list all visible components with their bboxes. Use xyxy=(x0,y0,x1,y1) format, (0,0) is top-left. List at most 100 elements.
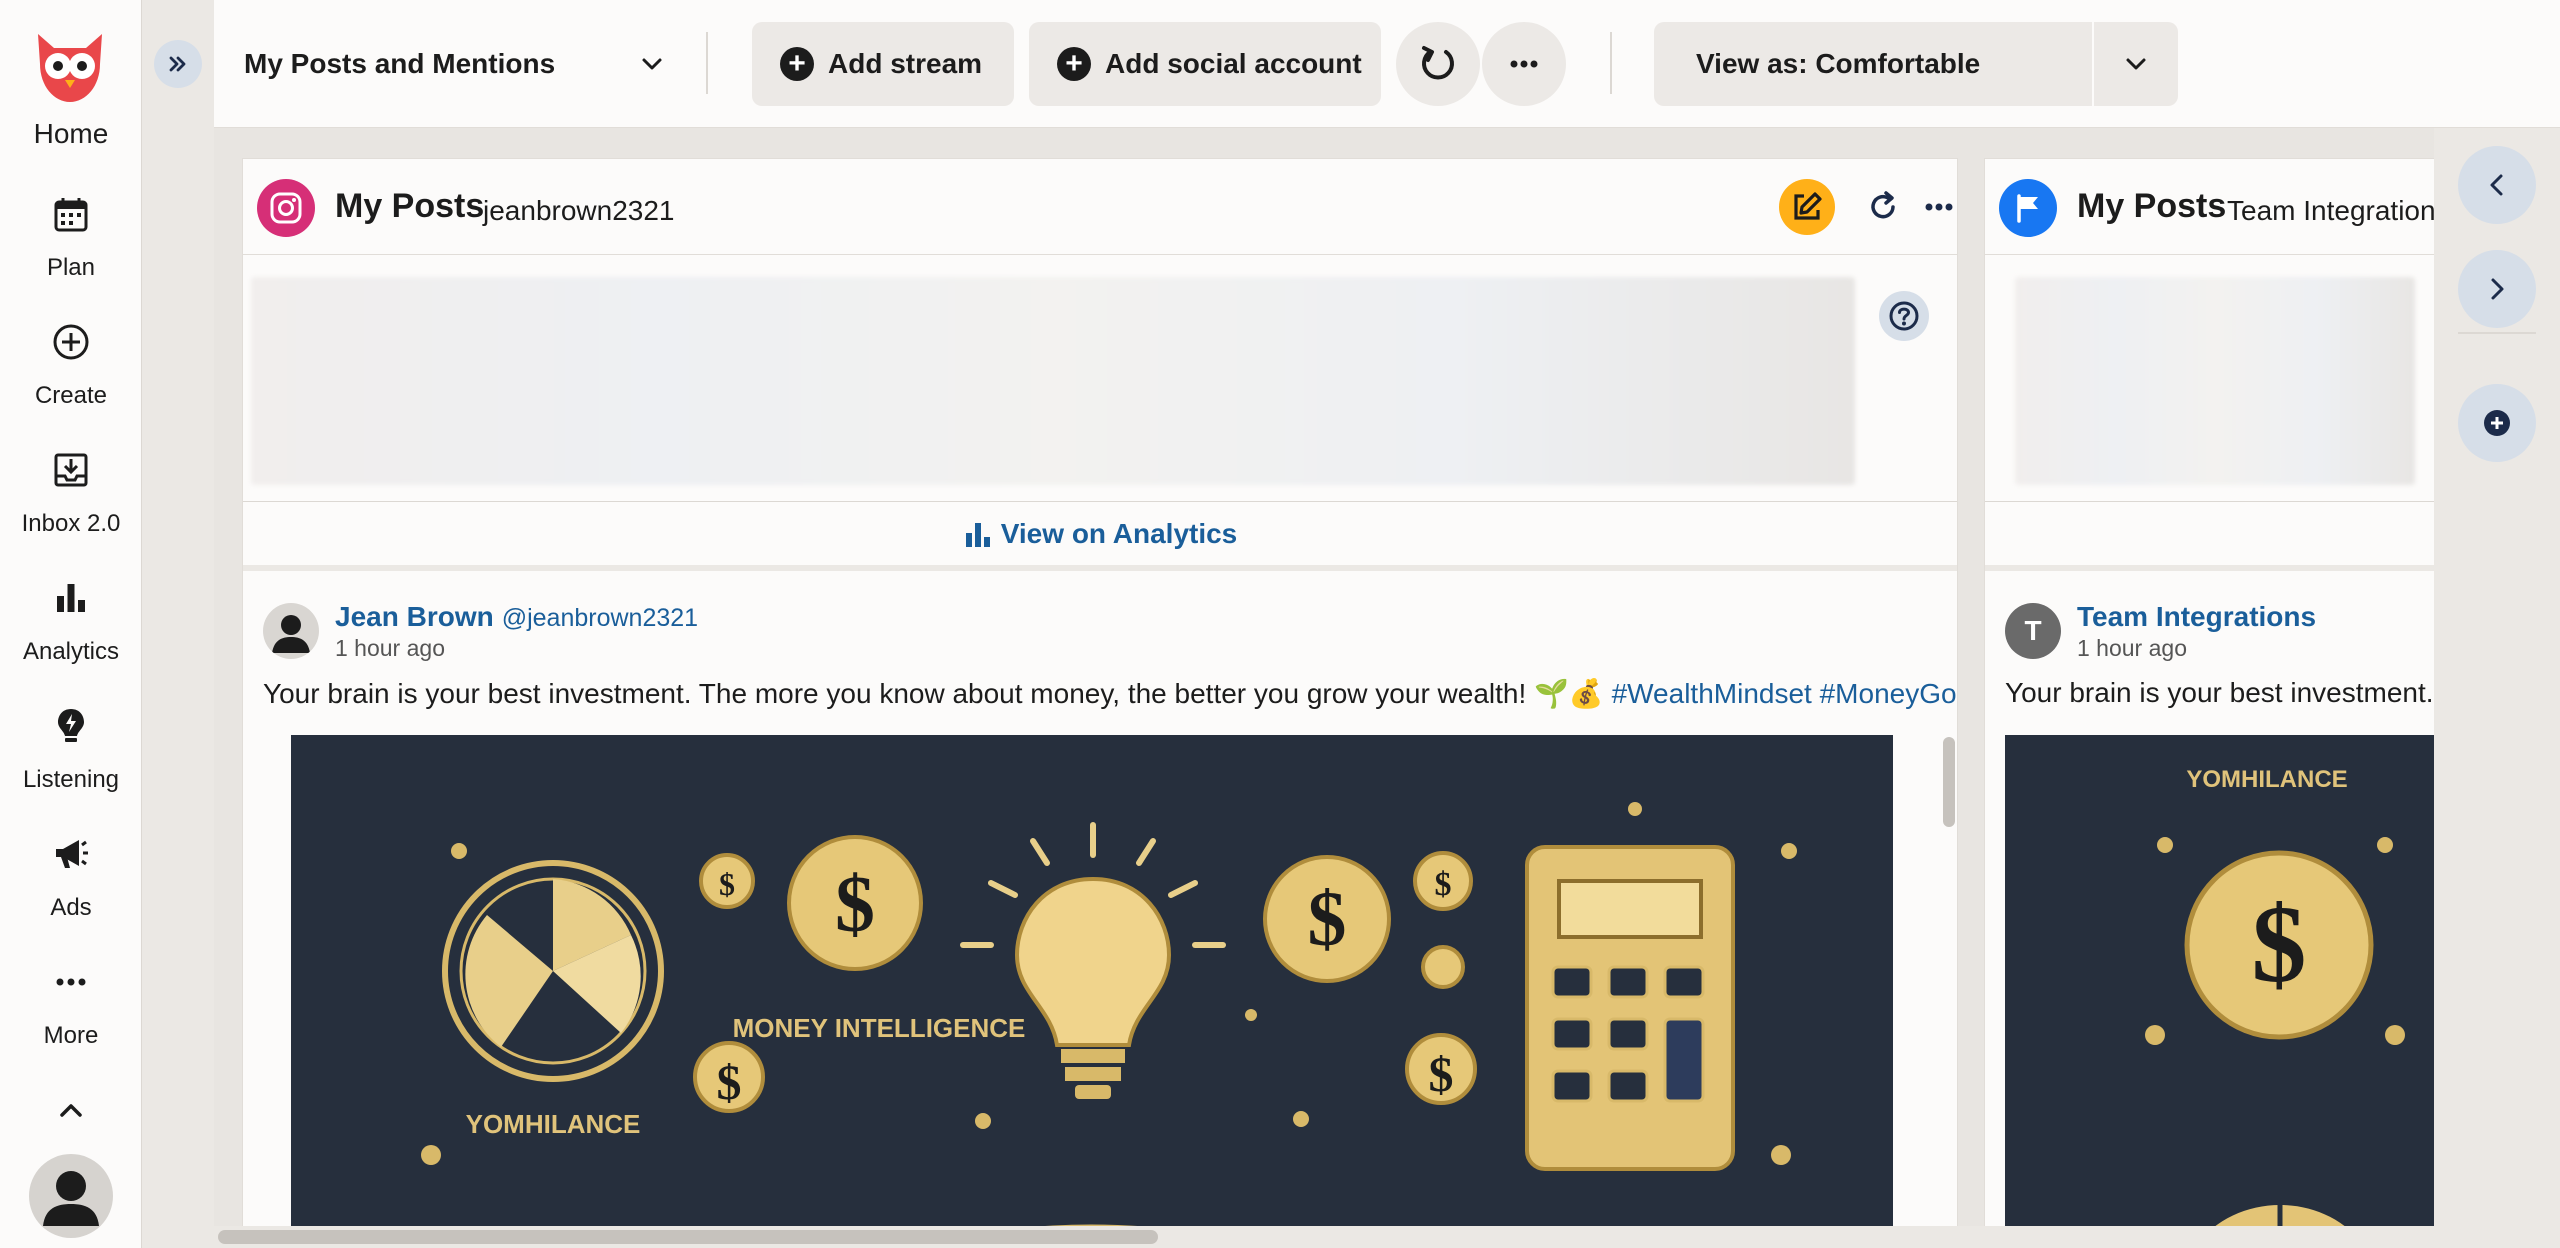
chevron-right-icon xyxy=(2491,278,2504,300)
stream-account-name: Team Integrations xyxy=(2227,195,2434,226)
view-on-analytics-label: View on Analytics xyxy=(1000,517,1238,549)
more-dots-icon xyxy=(56,978,86,986)
svg-text:$: $ xyxy=(717,1054,742,1110)
lightbulb-icon xyxy=(58,709,84,742)
chevron-up-icon[interactable] xyxy=(56,1096,86,1126)
user-silhouette-icon xyxy=(272,615,310,653)
nav-home-label[interactable]: Home xyxy=(0,118,142,150)
stream-title: My Posts xyxy=(2077,187,2227,225)
stream-header: My Posts jeanbrown2321 xyxy=(243,159,1957,255)
scroll-streams-right-button[interactable] xyxy=(2458,250,2536,328)
add-stream-label: Add stream xyxy=(828,48,983,79)
refresh-icon xyxy=(1422,46,1454,80)
analytics-link-row xyxy=(1985,501,2434,571)
tab-name: My Posts and Mentions xyxy=(244,48,556,79)
nav-label: More xyxy=(43,1022,99,1049)
post-body: Your brain is your best investment. The … xyxy=(263,678,1604,709)
add-stream-shortcut-button[interactable] xyxy=(2458,384,2536,462)
user-silhouette-icon xyxy=(43,1171,99,1226)
bar-chart-icon xyxy=(57,584,85,612)
image-caption: MONEY INTELLIGENCE xyxy=(733,1013,1026,1043)
money-intelligence-illustration: $ $ $ $ $ $ MONEY INTELLIGENCE YOMHILANC… xyxy=(291,735,1893,1247)
stream-navigation-rail xyxy=(2434,128,2560,1248)
money-intelligence-illustration: $ YOMHILANCE xyxy=(2005,735,2434,1247)
post-author-name[interactable]: Team Integrations xyxy=(2077,601,2316,633)
nav-label: Analytics xyxy=(22,638,120,665)
nav-item-create[interactable]: Create xyxy=(0,314,142,432)
view-on-analytics-link[interactable]: View on Analytics xyxy=(243,501,1957,571)
toolbar-divider xyxy=(1610,32,1612,94)
expand-sidebar-button[interactable] xyxy=(154,40,202,88)
hootsuite-owl-logo[interactable] xyxy=(28,24,112,108)
hashtag-link[interactable]: #MoneyGoals xyxy=(1820,678,1957,709)
refresh-icon xyxy=(1871,191,1895,219)
stream-team-my-posts: My Posts Team Integrations T Team Integr… xyxy=(1984,158,2434,1248)
refresh-streams-button[interactable] xyxy=(1396,22,1480,106)
view-as-label: View as: Comfortable xyxy=(1696,48,1981,79)
more-dots-icon xyxy=(1925,203,1953,211)
nav-item-plan[interactable]: Plan xyxy=(0,186,142,304)
scroll-streams-left-button[interactable] xyxy=(2458,146,2536,224)
hashtag-link[interactable]: #WealthMindset xyxy=(1612,678,1812,709)
svg-text:$: $ xyxy=(719,866,735,902)
svg-text:$: $ xyxy=(1435,866,1452,903)
nav-item-inbox[interactable]: Inbox 2.0 xyxy=(0,442,142,560)
author-avatar[interactable] xyxy=(263,603,319,659)
plus-circle-icon xyxy=(2484,410,2510,436)
post-author-handle[interactable]: @jeanbrown2321 xyxy=(502,604,698,632)
nav-label: Ads xyxy=(50,894,92,921)
toolbar-divider xyxy=(706,32,708,94)
plus-circle-icon: + xyxy=(780,47,814,81)
horizontal-scrollbar-thumb[interactable] xyxy=(218,1230,1158,1244)
stream-account-name: jeanbrown2321 xyxy=(483,195,675,226)
post-text: Your brain is your best investment. The … xyxy=(263,677,1957,710)
panel-collapse-column xyxy=(142,0,214,1248)
view-as-button[interactable]: View as: Comfortable xyxy=(1654,22,2092,106)
nav-item-analytics[interactable]: Analytics xyxy=(0,570,142,688)
calendar-icon xyxy=(54,198,88,232)
refresh-stream-button[interactable] xyxy=(1863,187,1903,227)
post-image[interactable]: $ $ $ $ $ $ MONEY INTELLIGENCE YOMHILANC… xyxy=(291,735,1893,1247)
left-navigation: Home Plan Create Inbox 2.0 Analytics Lis… xyxy=(0,0,142,1248)
add-social-account-label: Add social account xyxy=(1105,48,1362,79)
stream-header: My Posts Team Integrations xyxy=(1985,159,2434,255)
nav-label: Listening xyxy=(22,766,120,793)
user-avatar[interactable] xyxy=(29,1154,113,1238)
author-avatar[interactable]: T xyxy=(2005,603,2061,659)
instagram-icon xyxy=(257,179,315,237)
team-flag-icon xyxy=(1999,179,2057,237)
image-caption: YOMHILANCE xyxy=(2186,766,2347,793)
plus-circle-icon: + xyxy=(1057,47,1091,81)
analytics-preview xyxy=(243,255,1957,485)
stream-more-options-button[interactable] xyxy=(1919,187,1957,227)
nav-label: Inbox 2.0 xyxy=(21,510,121,537)
horizontal-scrollbar[interactable] xyxy=(214,1226,2434,1248)
post-author[interactable]: Jean Brown @jeanbrown2321 xyxy=(335,601,698,633)
post-image[interactable]: $ YOMHILANCE xyxy=(2005,735,2434,1247)
nav-item-more[interactable]: More xyxy=(0,954,142,1072)
image-subcaption: YOMHILANCE xyxy=(466,1109,641,1139)
tab-selector[interactable]: My Posts and Mentions xyxy=(244,22,664,106)
stream-instagram-my-posts: My Posts jeanbrown2321 View on Analytics… xyxy=(242,158,1958,1248)
add-stream-button[interactable]: + Add stream xyxy=(752,22,1014,106)
svg-text:$: $ xyxy=(835,861,875,949)
add-social-account-button[interactable]: + Add social account xyxy=(1029,22,1381,106)
more-options-button[interactable] xyxy=(1482,22,1566,106)
megaphone-icon xyxy=(56,840,88,868)
help-button[interactable] xyxy=(1879,291,1929,341)
stream-scrollbar-thumb[interactable] xyxy=(1943,737,1955,827)
compose-edit-icon xyxy=(1794,192,1822,220)
blurred-analytics-chart xyxy=(251,277,1855,485)
view-as-dropdown-button[interactable] xyxy=(2094,22,2178,106)
compose-post-button[interactable] xyxy=(1779,179,1835,235)
svg-text:$: $ xyxy=(1429,1046,1454,1102)
nav-item-listening[interactable]: Listening xyxy=(0,698,142,816)
post-author-name[interactable]: Jean Brown xyxy=(335,601,494,632)
nav-label: Plan xyxy=(46,254,96,281)
nav-item-ads[interactable]: Ads xyxy=(0,826,142,944)
stream-title: My Posts xyxy=(335,187,485,225)
rail-divider xyxy=(2458,332,2536,334)
inbox-icon xyxy=(54,453,88,487)
double-chevron-right-icon xyxy=(169,56,186,72)
post-timestamp: 1 hour ago xyxy=(335,635,445,661)
